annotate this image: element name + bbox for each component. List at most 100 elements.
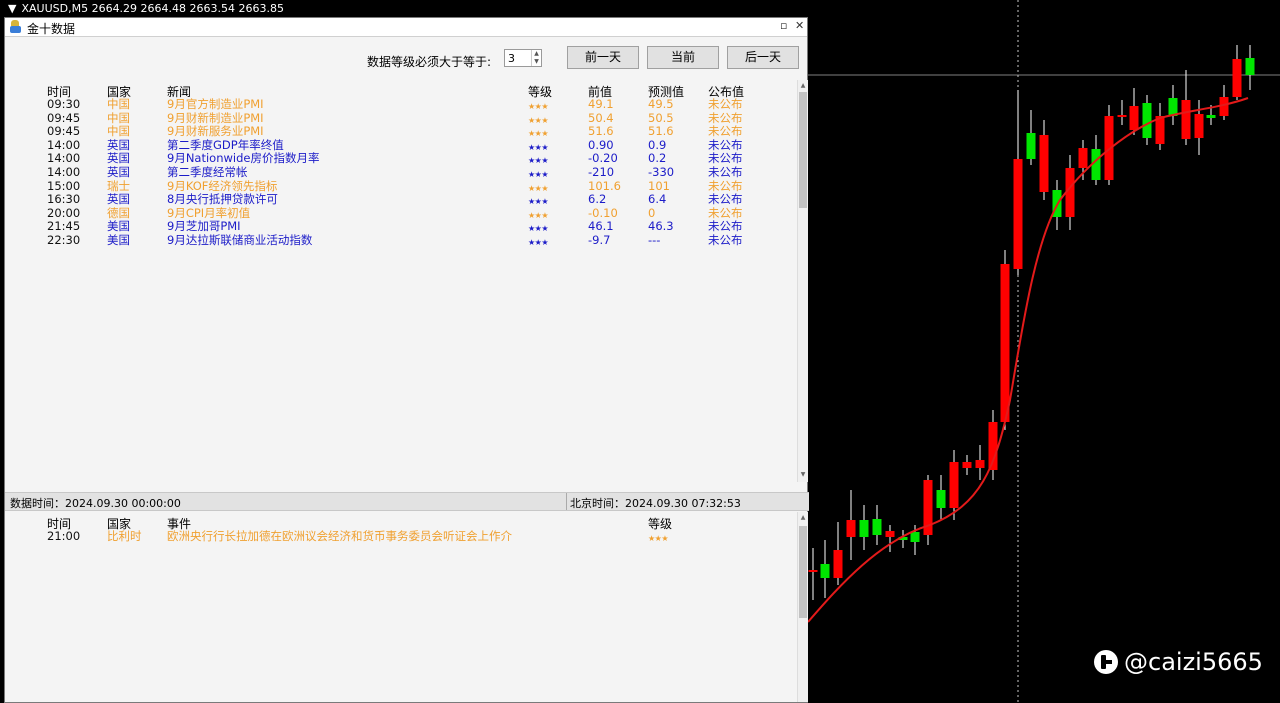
row-forecast: 51.6 (648, 124, 674, 139)
candle-body (1078, 148, 1088, 168)
row-forecast: --- (648, 233, 661, 247)
prev-day-button[interactable]: 前一天 (567, 46, 639, 69)
row-prev: -0.10 (588, 205, 618, 220)
close-icon[interactable]: ✕ (795, 19, 804, 32)
row-event: 欧洲央行行长拉加德在欧洲议会经济和货币事务委员会听证会上作介 (167, 529, 512, 543)
row-published: 未公布 (708, 219, 743, 234)
data-time: 数据时间：2024.09.30 00:00:00 (10, 497, 181, 510)
row-country: 英国 (107, 137, 130, 152)
row-time: 16:30 (47, 192, 81, 207)
row-prev: 101.6 (588, 178, 621, 193)
row-time: 22:30 (47, 233, 81, 247)
scroll-up-icon[interactable]: ▲ (798, 82, 808, 89)
candle-body (820, 564, 830, 578)
list-item[interactable]: 21:00 比利时 欧洲央行行长拉加德在欧洲议会经济和货币事务委员会听证会上作介 ★★… (5, 529, 797, 544)
table-row[interactable]: 16:30 英国 8月央行抵押贷款许可 ★★★ 6.2 6.4 未公布 (5, 192, 797, 207)
jin10-data-panel: 金十数据 ▫ ✕ 数据等级必须大于等于: 3 ▲ ▼ 前一天 当前 后一天 时间 … (4, 17, 809, 703)
speech-table: 时间 国家 事件 等级 21:00 比利时 欧洲央行行长拉加德在欧洲议会经济和货币事… (5, 512, 797, 702)
candle-body (962, 462, 972, 468)
watermark-text: @caizi5665 (1124, 648, 1263, 676)
table-row[interactable]: 14:00 英国 9月Nationwide房价指数月率 ★★★ -0.20 0.2 未公布 (5, 151, 797, 166)
row-forecast: 0 (648, 205, 656, 220)
row-news: 9月财新服务业PMI (167, 124, 264, 139)
table-row[interactable]: 20:00 德国 9月CPI月率初值 ★★★ -0.10 0 未公布 (5, 205, 797, 220)
status-divider (566, 493, 567, 510)
row-time: 15:00 (47, 178, 81, 193)
row-time: 21:00 (47, 529, 81, 543)
restore-icon[interactable]: ▫ (780, 19, 787, 32)
status-bar: 数据时间：2024.09.30 00:00:00 北京时间：2024.09.30… (5, 492, 809, 511)
candle-body (1000, 264, 1010, 422)
watermark: @caizi5665 (1094, 648, 1263, 676)
speech-scrollbar[interactable]: ▲ (797, 512, 808, 702)
panel-title: 金十数据 (27, 22, 76, 36)
row-stars: ★★★ (648, 534, 669, 543)
row-time: 09:30 (47, 97, 81, 111)
row-country: 德国 (107, 205, 130, 220)
row-published: 未公布 (708, 233, 743, 247)
row-country: 美国 (107, 219, 130, 234)
scroll-up-icon[interactable]: ▲ (798, 514, 808, 521)
table-row[interactable]: 22:30 美国 9月达拉斯联储商业活动指数 ★★★ -9.7 --- 未公布 (5, 233, 797, 248)
row-time: 09:45 (47, 124, 81, 139)
row-published: 未公布 (708, 97, 743, 111)
scroll-thumb[interactable] (799, 92, 807, 208)
level-label: 数据等级必须大于等于: (367, 55, 492, 69)
table-row[interactable]: 09:30 中国 9月官方制造业PMI ★★★ 49.1 49.5 未公布 (5, 97, 797, 112)
scroll-down-icon[interactable]: ▼ (798, 471, 808, 478)
events-scrollbar[interactable]: ▲ ▼ (797, 80, 808, 482)
scroll-thumb[interactable] (799, 526, 807, 618)
row-time: 14:00 (47, 151, 81, 166)
row-prev: -0.20 (588, 151, 618, 166)
row-country: 中国 (107, 110, 130, 125)
row-forecast: 6.4 (648, 192, 667, 207)
table-row[interactable]: 15:00 瑞士 9月KOF经济领先指标 ★★★ 101.6 101 未公布 (5, 178, 797, 193)
chart-dropdown-icon[interactable]: ▼ (8, 2, 16, 15)
current-button[interactable]: 当前 (647, 46, 719, 69)
candle-body (808, 570, 818, 572)
row-published: 未公布 (708, 165, 743, 179)
table-row[interactable]: 09:45 中国 9月财新制造业PMI ★★★ 50.4 50.5 未公布 (5, 110, 797, 125)
candle-body (1039, 135, 1049, 192)
speech-table-header: 时间 国家 事件 等级 (5, 515, 797, 531)
row-forecast: 46.3 (648, 219, 674, 234)
row-prev: 46.1 (588, 219, 614, 234)
row-news: 9月芝加哥PMI (167, 219, 241, 234)
table-row[interactable]: 14:00 英国 第二季度经常帐 ★★★ -210 -330 未公布 (5, 165, 797, 180)
row-time: 20:00 (47, 205, 81, 220)
row-news: 9月Nationwide房价指数月率 (167, 151, 320, 166)
candle-body (833, 550, 843, 578)
candle-body (885, 531, 895, 537)
table-row[interactable]: 09:45 中国 9月财新服务业PMI ★★★ 51.6 51.6 未公布 (5, 124, 797, 139)
row-news: 9月官方制造业PMI (167, 97, 264, 111)
row-news: 9月CPI月率初值 (167, 205, 251, 220)
row-forecast: -330 (648, 165, 675, 179)
spin-arrows-icon[interactable]: ▲ ▼ (531, 50, 541, 66)
row-published: 未公布 (708, 137, 743, 152)
table-row[interactable]: 14:00 英国 第二季度GDP年率终值 ★★★ 0.90 0.9 未公布 (5, 137, 797, 152)
candle-body (1219, 97, 1229, 116)
row-country: 美国 (107, 233, 130, 247)
candle-body (910, 532, 920, 542)
row-country: 瑞士 (107, 178, 130, 193)
candle-body (936, 490, 946, 508)
level-stepper[interactable]: 3 ▲ ▼ (504, 49, 542, 67)
row-time: 21:45 (47, 219, 81, 234)
table-row[interactable]: 21:45 美国 9月芝加哥PMI ★★★ 46.1 46.3 未公布 (5, 219, 797, 234)
row-prev: 51.6 (588, 124, 614, 139)
next-day-button[interactable]: 后一天 (727, 46, 799, 69)
candle-body (949, 462, 959, 508)
row-country: 中国 (107, 97, 130, 111)
row-country: 比利时 (107, 529, 142, 543)
events-table: 时间 国家 新闻 等级 前值 预测值 公布值 09:30 中国 9月官方制造业PMI… (5, 80, 797, 482)
candle-body (846, 520, 856, 537)
candle-body (1232, 59, 1242, 97)
row-stars: ★★★ (528, 238, 549, 247)
row-time: 14:00 (47, 165, 81, 179)
row-published: 未公布 (708, 110, 743, 125)
events-table-header: 时间 国家 新闻 等级 前值 预测值 公布值 (5, 83, 797, 99)
controls-bar: 数据等级必须大于等于: 3 ▲ ▼ 前一天 当前 后一天 (5, 46, 807, 72)
row-news: 第二季度经常帐 (167, 165, 248, 179)
candle-body (1245, 58, 1255, 75)
app-icon (10, 20, 22, 33)
